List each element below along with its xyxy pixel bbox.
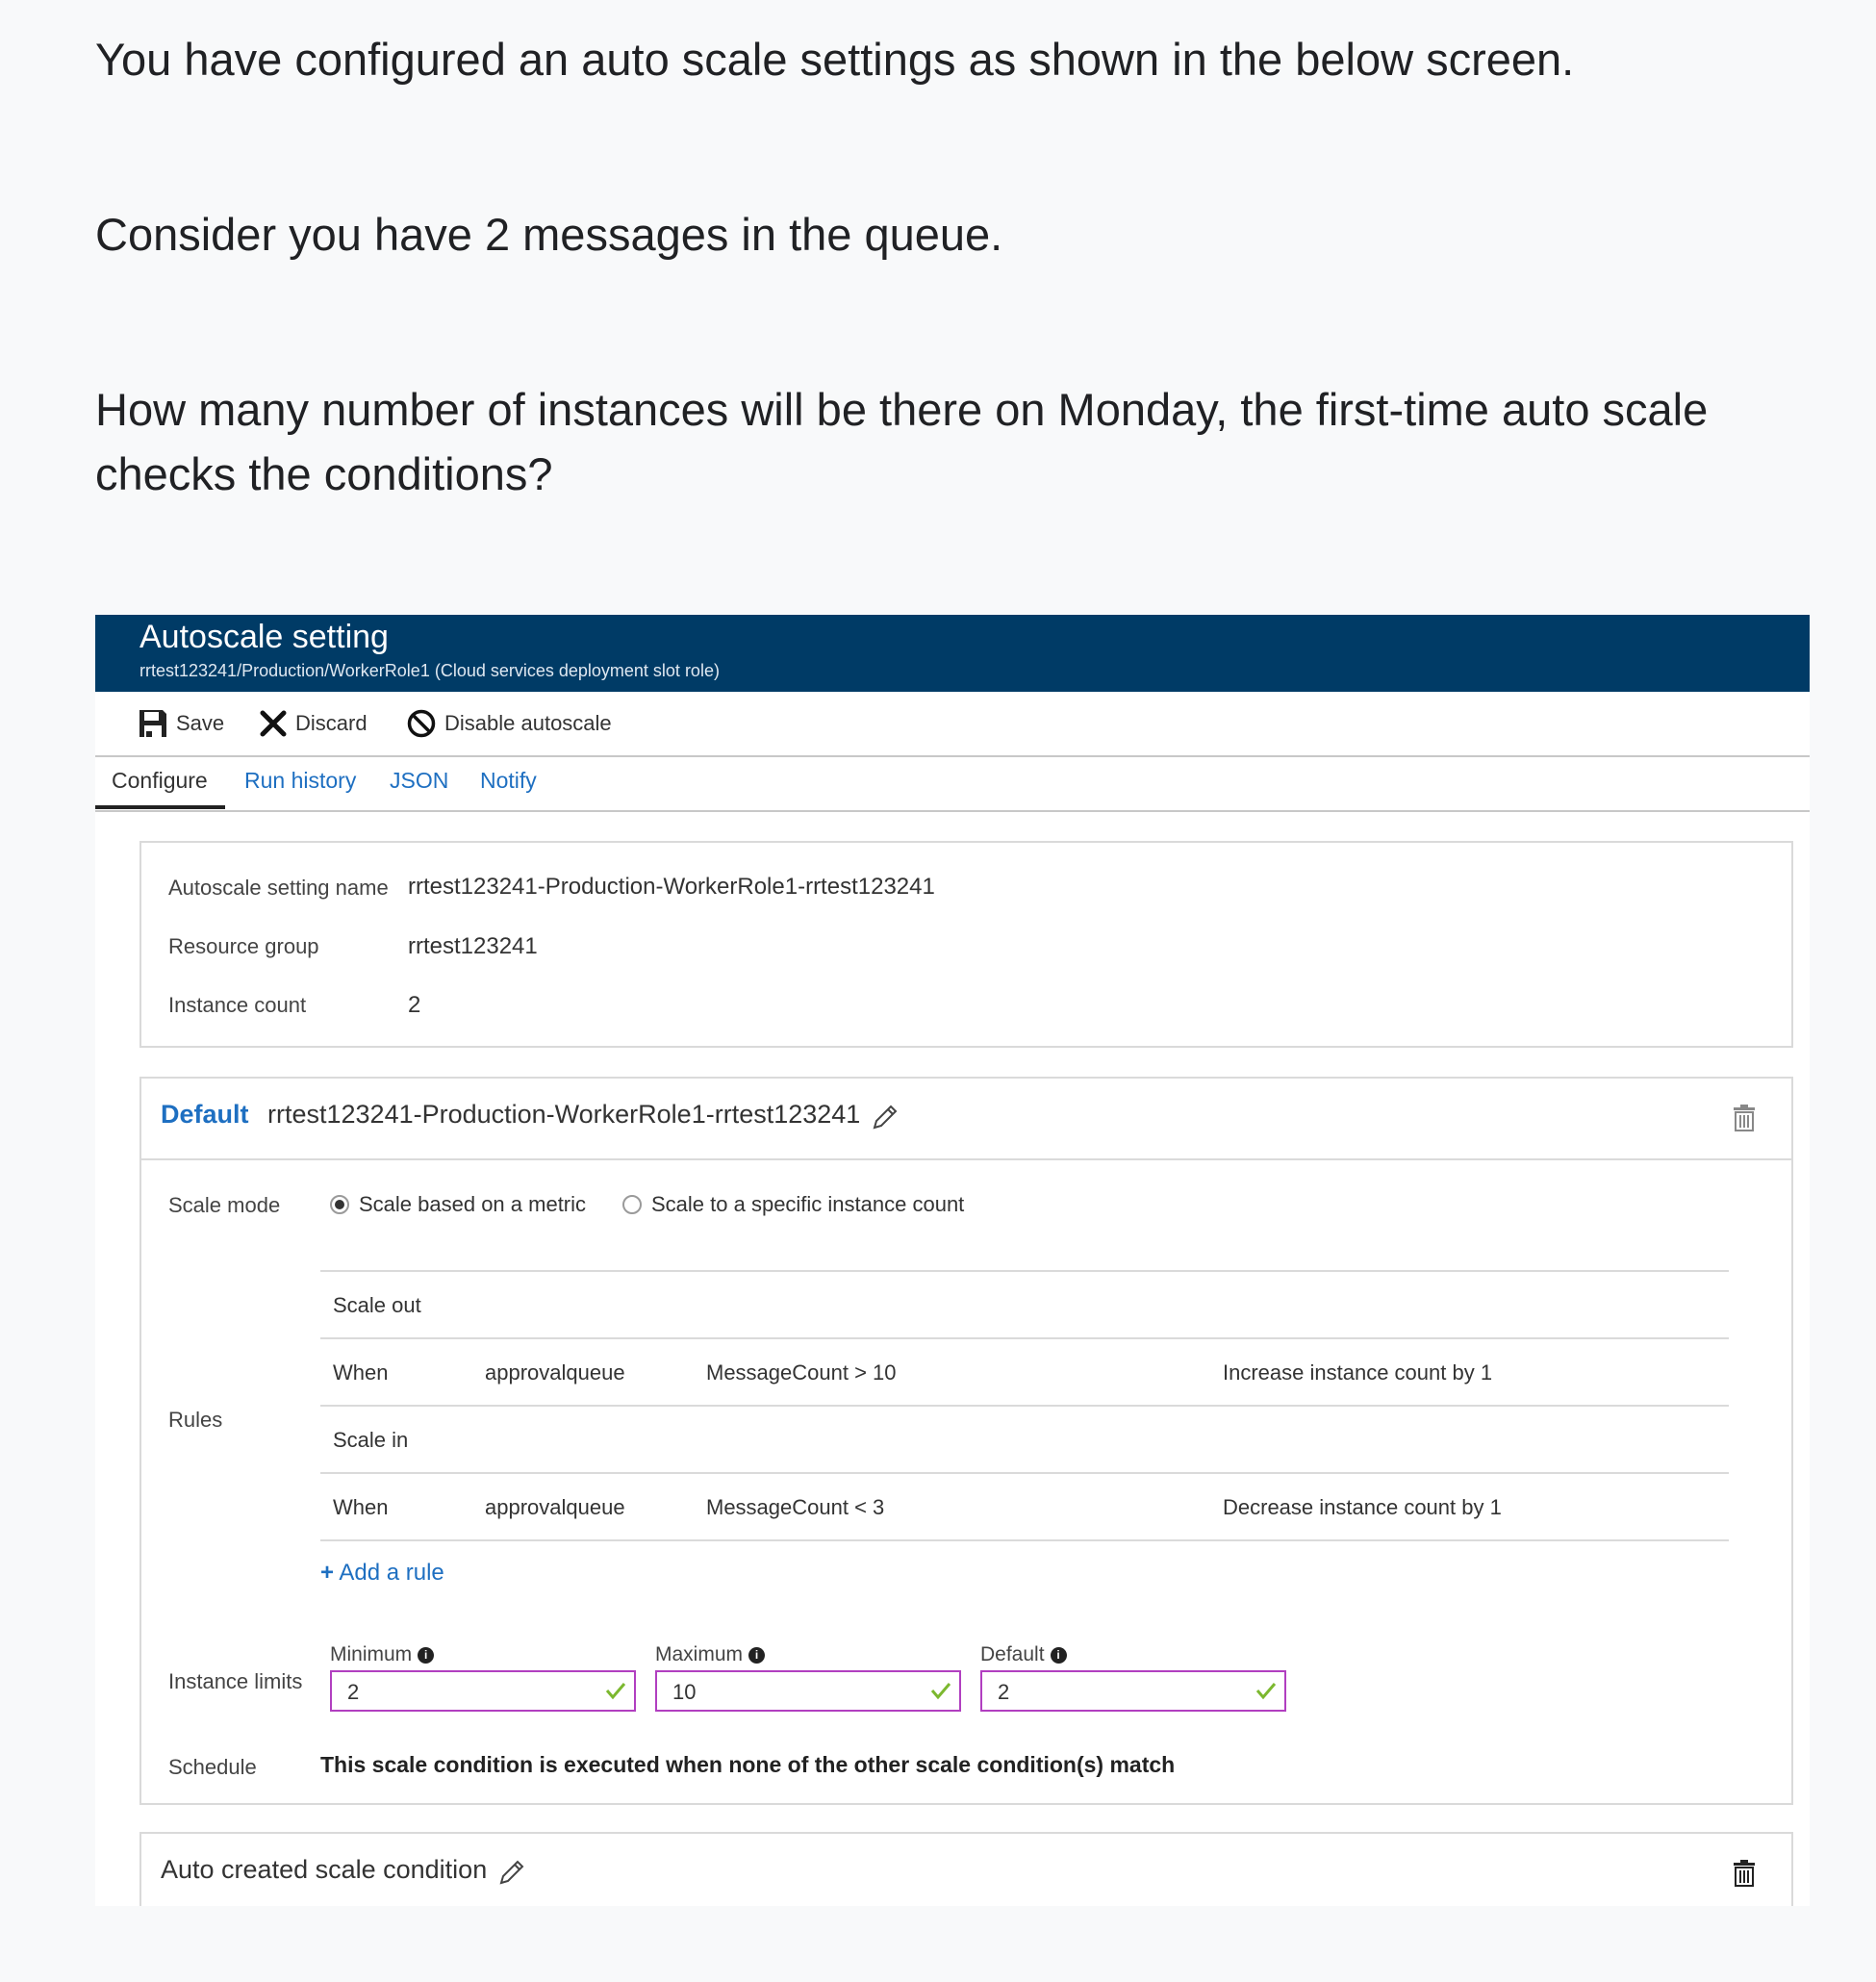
scale-out-label: Scale out [333, 1293, 421, 1317]
active-tab-indicator [95, 805, 225, 809]
save-label: Save [176, 711, 225, 735]
rule-resource: approvalqueue [485, 1360, 625, 1385]
default-scale-condition-card: Default rrtest123241-Production-WorkerRo… [139, 1077, 1793, 1805]
minimum-value: 2 [347, 1680, 360, 1704]
rule-condition: MessageCount < 3 [706, 1495, 885, 1519]
schedule-text: This scale condition is executed when no… [320, 1752, 1176, 1777]
rule-condition: MessageCount > 10 [706, 1360, 897, 1385]
rules-label: Rules [168, 1408, 223, 1432]
setting-name-value: rrtest123241-Production-WorkerRole1-rrte… [408, 874, 935, 900]
tab-run-history[interactable]: Run history [244, 768, 356, 794]
rule-when: When [333, 1360, 389, 1385]
command-bar: Save Discard Disable autoscale [95, 692, 1810, 757]
add-rule-link[interactable]: + Add a rule [320, 1560, 444, 1587]
plus-icon: + [320, 1560, 335, 1586]
radio-scale-metric[interactable]: Scale based on a metric [330, 1192, 586, 1217]
instance-count-label: Instance count [168, 993, 307, 1017]
auto-condition-name: Auto created scale condition [161, 1855, 488, 1884]
scale-mode-label: Scale mode [168, 1193, 281, 1217]
default-count-label-text: Default [980, 1643, 1045, 1665]
radio-metric-label: Scale based on a metric [359, 1192, 587, 1216]
tab-bar: Configure Run history JSON Notify [95, 757, 1810, 812]
scale-in-rule-row[interactable]: When approvalqueue MessageCount < 3 Decr… [320, 1472, 1729, 1541]
pencil-icon[interactable] [870, 1102, 900, 1132]
resource-group-value[interactable]: rrtest123241 [408, 933, 538, 960]
question-line-3: How many number of instances will be the… [95, 384, 1709, 499]
discard-label: Discard [295, 711, 368, 735]
info-icon[interactable]: i [1050, 1646, 1067, 1664]
autoscale-summary-card: Autoscale setting name rrtest123241-Prod… [139, 841, 1793, 1048]
disable-autoscale-button[interactable]: Disable autoscale [406, 707, 612, 740]
blade-header: Autoscale setting rrtest123241/Productio… [95, 615, 1810, 692]
checkmark-icon [1255, 1683, 1277, 1700]
radio-scale-specific[interactable]: Scale to a specific instance count [622, 1192, 964, 1217]
maximum-input[interactable]: 10 [655, 1670, 961, 1712]
info-icon[interactable]: i [748, 1646, 766, 1664]
minimum-label: Minimum i [330, 1643, 435, 1666]
scale-out-rule-row[interactable]: When approvalqueue MessageCount > 10 Inc… [320, 1337, 1729, 1405]
save-icon [139, 710, 166, 737]
blade-title: Autoscale setting [139, 619, 389, 655]
default-count-value: 2 [998, 1680, 1010, 1704]
radio-selected-indicator [330, 1195, 349, 1214]
info-icon[interactable]: i [418, 1646, 435, 1664]
maximum-label-text: Maximum [655, 1643, 744, 1665]
scale-in-header-row: Scale in [320, 1405, 1729, 1472]
maximum-value: 10 [672, 1680, 697, 1704]
tab-configure[interactable]: Configure [112, 768, 208, 794]
rule-action: Increase instance count by 1 [1223, 1360, 1493, 1385]
checkmark-icon [605, 1683, 626, 1700]
rules-table: Scale out When approvalqueue MessageCoun… [320, 1270, 1729, 1541]
discard-button[interactable]: Discard [259, 707, 368, 740]
question-line-1: You have configured an auto scale settin… [95, 34, 1575, 85]
instance-limits-label: Instance limits [168, 1669, 303, 1693]
trash-icon[interactable] [1733, 1104, 1756, 1132]
default-count-label: Default i [980, 1643, 1067, 1666]
scale-out-header-row: Scale out [320, 1270, 1729, 1337]
default-condition-name: rrtest123241-Production-WorkerRole1-rrte… [267, 1100, 861, 1129]
rule-action: Decrease instance count by 1 [1223, 1495, 1502, 1519]
prohibited-icon [407, 709, 436, 738]
add-rule-label: Add a rule [339, 1560, 444, 1586]
default-condition-label: Default [161, 1100, 249, 1129]
instance-count-value: 2 [408, 992, 421, 1018]
auto-created-condition-card: Auto created scale condition [139, 1832, 1793, 1906]
checkmark-icon [930, 1683, 951, 1700]
autoscale-screenshot: Autoscale setting rrtest123241/Productio… [95, 615, 1810, 1906]
setting-name-label: Autoscale setting name [168, 876, 389, 900]
minimum-input[interactable]: 2 [330, 1670, 636, 1712]
blade-subtitle: rrtest123241/Production/WorkerRole1 (Clo… [139, 661, 720, 680]
maximum-label: Maximum i [655, 1643, 766, 1666]
rule-resource: approvalqueue [485, 1495, 625, 1519]
tab-notify[interactable]: Notify [480, 768, 537, 794]
trash-icon[interactable] [1733, 1859, 1756, 1888]
condition-header: Default rrtest123241-Production-WorkerRo… [141, 1079, 1791, 1160]
tab-json[interactable]: JSON [390, 768, 448, 794]
close-icon [260, 710, 287, 737]
radio-unselected-indicator [622, 1195, 642, 1214]
rule-when: When [333, 1495, 389, 1519]
disable-label: Disable autoscale [444, 711, 612, 735]
radio-specific-label: Scale to a specific instance count [651, 1192, 965, 1216]
default-count-input[interactable]: 2 [980, 1670, 1286, 1712]
question-line-2: Consider you have 2 messages in the queu… [95, 209, 1003, 260]
pencil-icon[interactable] [496, 1857, 527, 1888]
resource-group-label: Resource group [168, 934, 319, 958]
scale-in-label: Scale in [333, 1428, 409, 1452]
save-button[interactable]: Save [138, 707, 224, 740]
schedule-label: Schedule [168, 1755, 257, 1779]
minimum-label-text: Minimum [330, 1643, 413, 1665]
